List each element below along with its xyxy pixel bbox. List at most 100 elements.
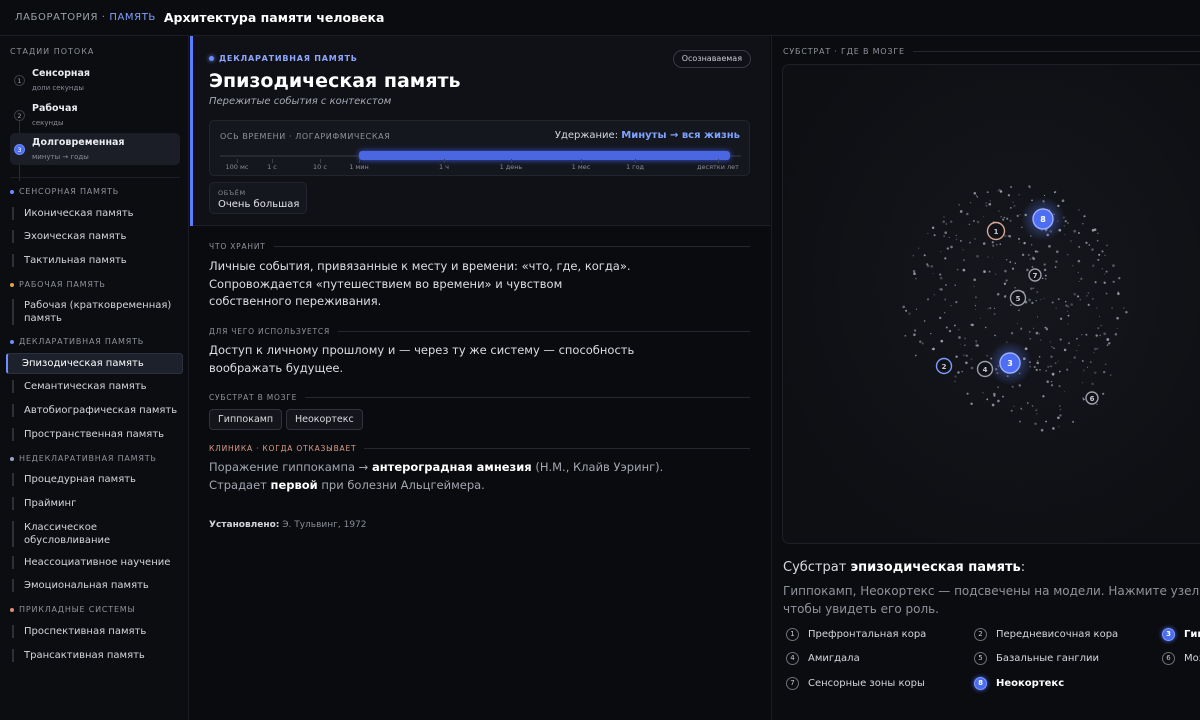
brain-particle	[913, 329, 917, 332]
legend-anterior-temporal[interactable]: 2 Передневисочная кора	[974, 628, 1118, 641]
stage-sensory[interactable]: 1 Сенсорная доли секунды	[10, 64, 180, 96]
brain-particle	[1094, 371, 1097, 374]
brain-particle	[1004, 269, 1007, 273]
brain-particle	[965, 354, 968, 357]
brain-particle	[1048, 244, 1051, 248]
legend-cerebellum[interactable]: 6Мозжечок	[1162, 652, 1200, 665]
brain-particle	[1009, 304, 1012, 306]
brain-particle	[1020, 328, 1022, 331]
brain-node-anterior-temporal[interactable]: 2	[935, 357, 953, 375]
brain-particle	[974, 304, 977, 307]
brain-particle	[1073, 292, 1077, 296]
brain-particle	[1093, 351, 1095, 354]
brain-particle	[944, 231, 947, 234]
brain-node-sensory-cortex[interactable]: 7	[1028, 268, 1042, 282]
brain-particle	[976, 220, 980, 224]
legend-prefrontal[interactable]: 1 Префронтальная кора	[786, 628, 926, 641]
brain-node-neocortex[interactable]: 8	[1021, 197, 1065, 241]
brain-particle	[988, 270, 991, 273]
brain-particle	[932, 273, 934, 275]
page-subtitle: Пережитые события с контекстом	[209, 96, 392, 107]
brain-particle	[1058, 370, 1061, 373]
legend-amygdala[interactable]: 4 Амигдала	[786, 652, 860, 665]
brain-particle	[1066, 221, 1069, 225]
node-number: 7	[1033, 272, 1038, 280]
brain-particle	[943, 312, 946, 314]
brain-particle	[1009, 261, 1012, 263]
brain-node-amygdala[interactable]: 4	[976, 360, 994, 378]
sidebar-item-autobiographical[interactable]: Автобиографическая память	[12, 404, 183, 417]
sidebar-item-iconic[interactable]: Иконическая память	[12, 207, 183, 220]
sidebar-item-episodic[interactable]: Эпизодическая память	[6, 353, 183, 374]
brain-particle	[1101, 250, 1104, 253]
stage-long-term[interactable]: 3 Долговременная минуты → годы	[10, 133, 180, 165]
legend-neocortex[interactable]: 8 Неокортекс	[974, 677, 1064, 690]
brain-particle	[1019, 214, 1021, 216]
brain-particle	[960, 343, 962, 345]
brain-particle	[1091, 228, 1095, 232]
substrate-chip-hippocampus[interactable]: Гиппокамп	[209, 409, 283, 430]
brain-particle	[939, 276, 943, 280]
brain-map-background	[783, 65, 1200, 543]
brain-particle	[966, 212, 969, 216]
brain-particle	[1067, 310, 1069, 312]
brain-particle	[993, 313, 996, 316]
sidebar-item-echoic[interactable]: Эхоическая память	[12, 230, 183, 243]
brain-particle	[1045, 420, 1047, 423]
brain-map[interactable]: 1 2 3 4 5 6 7 8	[782, 64, 1200, 544]
use-text: Доступ к личному прошлому и — через ту ж…	[209, 343, 635, 375]
brain-node-cerebellum[interactable]: 6	[1085, 391, 1099, 405]
sidebar-item-transactive[interactable]: Трансактивная память	[12, 649, 183, 662]
sidebar-item-priming[interactable]: Прайминг	[12, 497, 183, 510]
brain-particle	[938, 288, 941, 291]
brain-particle	[956, 268, 959, 271]
brain-model[interactable]: 1 2 3 4 5 6 7 8	[783, 65, 1200, 544]
sidebar-item-tactile[interactable]: Тактильная память	[12, 254, 183, 267]
brain-node-hippocampus[interactable]: 3	[988, 341, 1032, 385]
brain-particle	[927, 232, 929, 235]
brain-particle	[1100, 324, 1102, 327]
brain-particle	[942, 220, 946, 224]
sidebar-item-nonassociative[interactable]: Неассоциативное научение	[12, 556, 183, 569]
brain-particle	[1064, 219, 1067, 223]
sidebar-item-procedural[interactable]: Процедурная память	[12, 473, 183, 486]
legend-hippocampus[interactable]: 3Гиппокамп	[1162, 628, 1200, 641]
brain-particle	[1046, 380, 1049, 383]
brain-particle	[1095, 334, 1098, 337]
sidebar-item-classical-conditioning[interactable]: Классическое обусловливание	[12, 521, 152, 547]
volume-card: ОБЪЁМ Очень большая	[209, 182, 307, 214]
brain-particle	[1102, 392, 1105, 395]
sidebar-item-prospective[interactable]: Проспективная память	[12, 625, 183, 638]
legend-basal-ganglia[interactable]: 5 Базальные ганглии	[974, 652, 1099, 665]
legend-sensory-cortex[interactable]: 7 Сенсорные зоны коры	[786, 677, 925, 690]
brain-node-prefrontal[interactable]: 1	[986, 221, 1006, 241]
brain-particle	[912, 255, 914, 257]
brain-particle	[1035, 299, 1037, 302]
breadcrumb-lab[interactable]: ЛАБОРАТОРИЯ	[15, 12, 98, 23]
brain-particle	[993, 394, 996, 397]
stage-working[interactable]: 2 Рабочая секунды	[10, 99, 180, 131]
brain-particle	[1125, 310, 1128, 314]
brain-particle	[958, 203, 961, 206]
brain-particle	[1085, 333, 1088, 336]
substrate-chip-neocortex[interactable]: Неокортекс	[286, 409, 363, 430]
brain-particle	[1099, 334, 1101, 337]
stage-number: 3	[14, 144, 25, 155]
sidebar-item-working[interactable]: Рабочая (кратковременная) память	[12, 299, 172, 325]
brain-particle	[1006, 217, 1009, 220]
brain-node-basal-ganglia[interactable]: 5	[1009, 289, 1027, 307]
brain-particle	[1023, 241, 1026, 245]
brain-particle	[1013, 405, 1015, 407]
breadcrumb-memory[interactable]: ПАМЯТЬ	[109, 12, 156, 23]
brain-particle	[1020, 407, 1022, 410]
sidebar-item-spatial[interactable]: Пространственная память	[12, 428, 183, 441]
brain-particle	[982, 242, 986, 245]
brain-particle	[1052, 427, 1055, 430]
brain-particle	[1037, 360, 1039, 362]
brain-particle	[1103, 281, 1106, 284]
sidebar-item-semantic[interactable]: Семантическая память	[12, 380, 183, 393]
brain-particle	[973, 285, 975, 287]
brain-particle	[933, 234, 936, 237]
brain-particle	[1059, 408, 1062, 411]
sidebar-item-emotional[interactable]: Эмоциональная память	[12, 579, 183, 592]
